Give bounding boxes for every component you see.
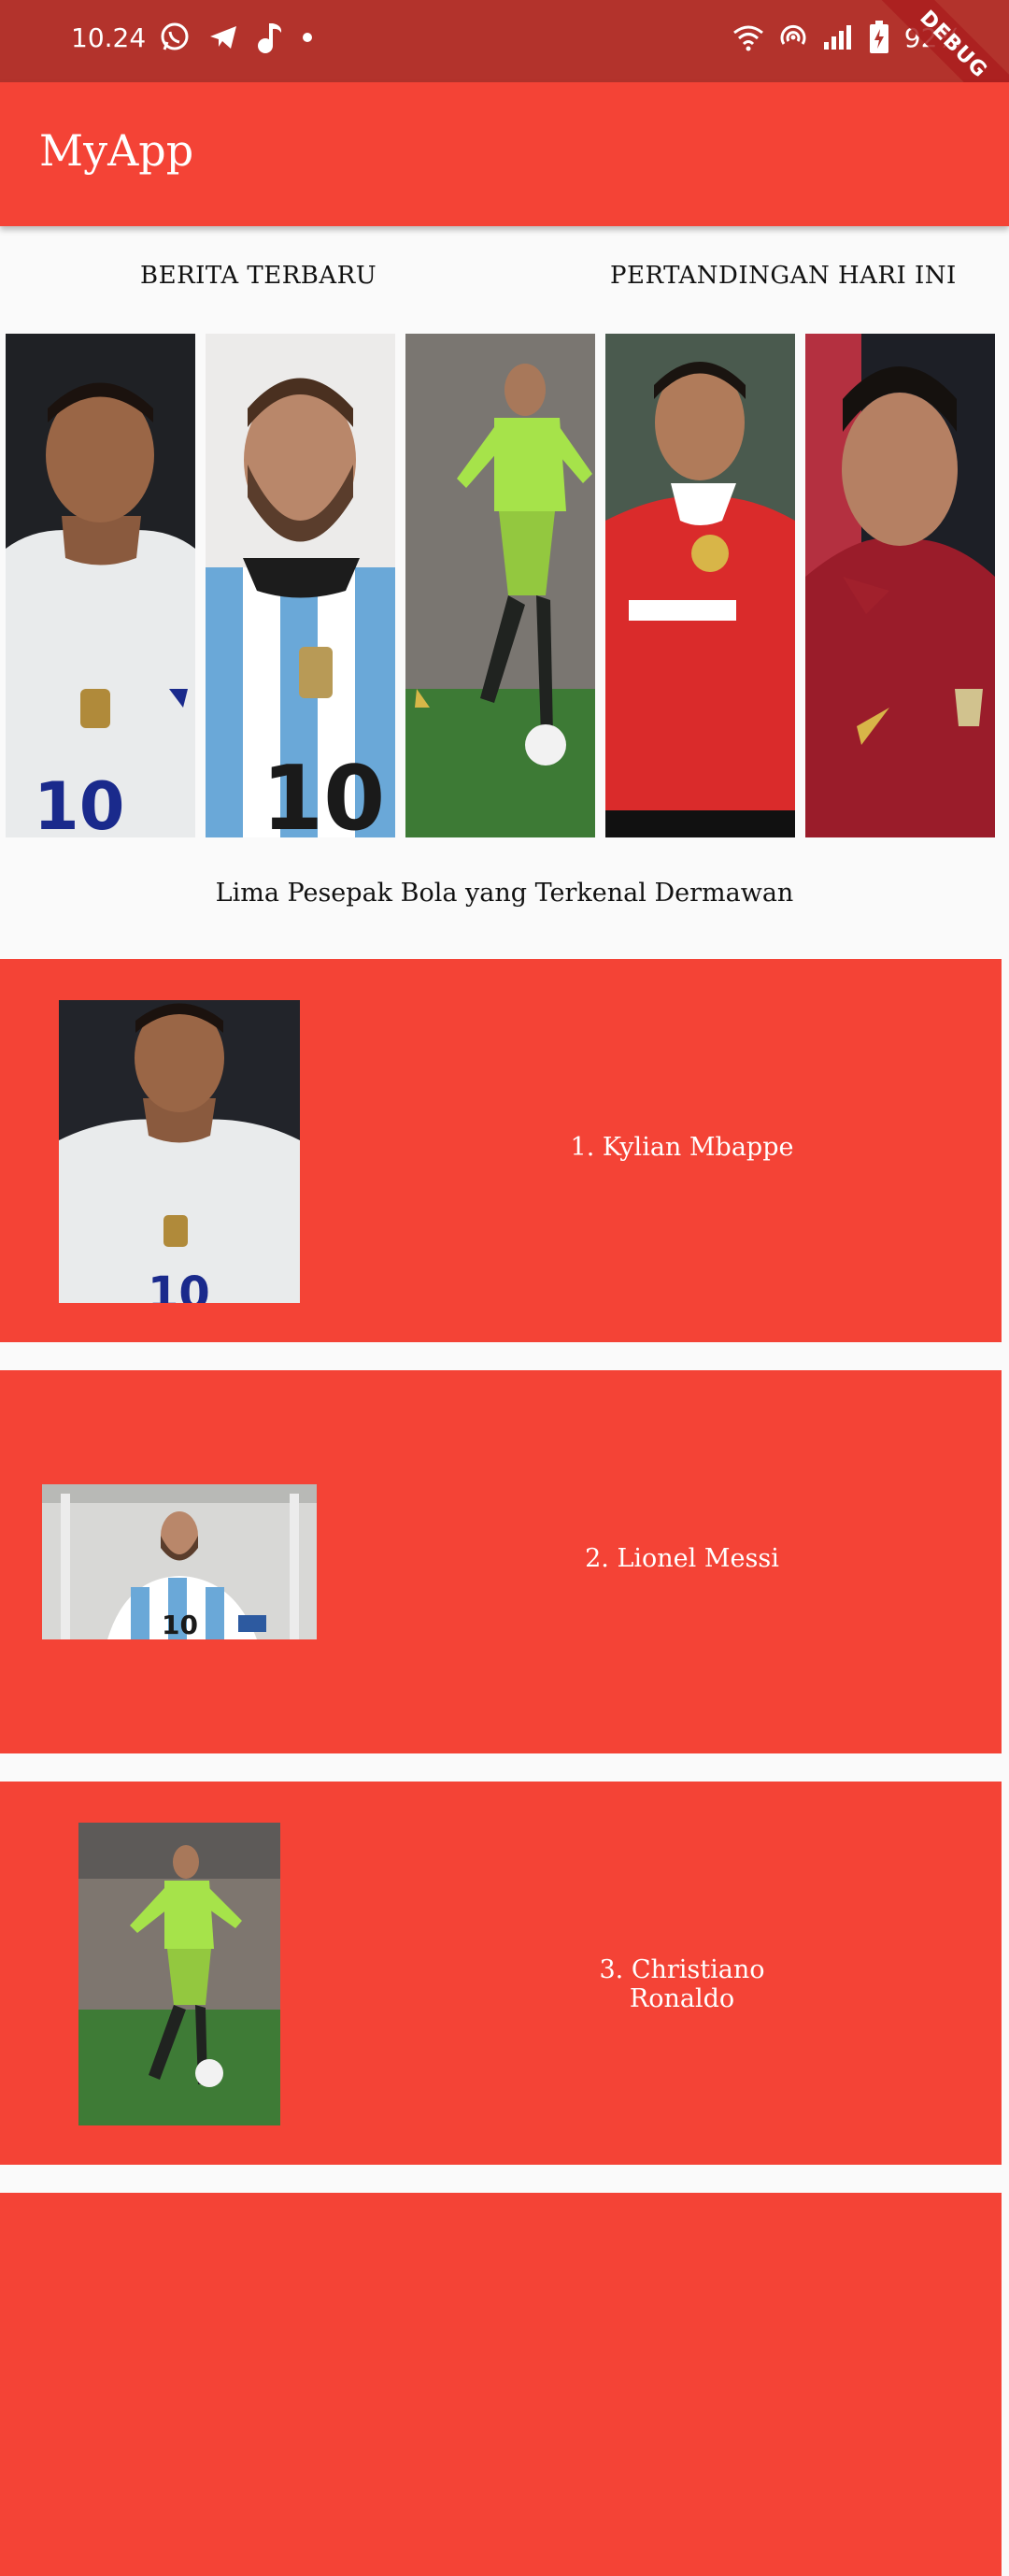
status-bar: 10.24 DEBUG <box>0 0 1009 137</box>
gallery-image-ronaldo-portugal[interactable] <box>805 334 995 837</box>
hotspot-icon <box>780 24 806 45</box>
telegram-icon <box>210 26 236 49</box>
today-match-heading[interactable]: PERTANDINGAN HARI INI <box>610 262 957 290</box>
player-thumbnail <box>78 1823 280 2125</box>
list-subtitle: Lima Pesepak Bola yang Terkenal Dermawan <box>215 879 794 908</box>
app-title: MyApp <box>39 125 194 176</box>
battery-charging-icon <box>869 21 888 53</box>
player-card-ronaldo[interactable]: 3. Christiano Ronaldo <box>0 1782 1002 2165</box>
whatsapp-icon <box>161 22 189 50</box>
dot-icon <box>303 33 312 42</box>
gallery-image-mbappe[interactable]: 10 <box>6 334 195 837</box>
player-thumbnail: 10 <box>42 1484 317 1639</box>
player-name: 1. Kylian Mbappe <box>570 1133 794 1162</box>
app-bar: MyApp <box>0 82 1009 226</box>
wifi-icon <box>732 25 763 51</box>
player-thumbnail: 10 <box>59 1000 300 1303</box>
player-card-messi[interactable]: 10 2. Lionel Messi <box>0 1370 1002 1753</box>
player-gallery: 10 10 <box>6 334 995 837</box>
player-card-mbappe[interactable]: 10 1. Kylian Mbappe <box>0 959 1002 1342</box>
player-name: 2. Lionel Messi <box>585 1544 779 1573</box>
gallery-image-ronaldo-red[interactable] <box>605 334 795 837</box>
svg-text:10: 10 <box>34 768 124 837</box>
svg-text:10: 10 <box>262 748 385 837</box>
gallery-image-ronaldo-green[interactable] <box>405 334 595 837</box>
music-note-icon <box>258 23 282 53</box>
svg-text:10: 10 <box>148 1267 210 1303</box>
notification-icons <box>159 21 314 54</box>
player-name: 3. Christiano Ronaldo <box>599 1955 765 2013</box>
status-time: 10.24 <box>71 22 147 53</box>
svg-text:10: 10 <box>162 1610 198 1639</box>
signal-icon <box>823 25 851 50</box>
gallery-image-messi[interactable]: 10 <box>206 334 395 837</box>
latest-news-heading[interactable]: BERITA TERBARU <box>140 262 377 290</box>
